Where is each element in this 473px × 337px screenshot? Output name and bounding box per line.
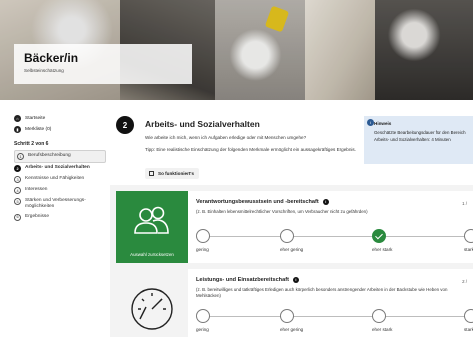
rating-label: gering bbox=[196, 247, 209, 252]
sidebar-item-label: Merkliste (0) bbox=[25, 127, 52, 132]
sidebar-item-label: Startseite bbox=[25, 116, 46, 121]
hint-text: Geschätzte Bearbeitungsdauer für den Ber… bbox=[374, 130, 466, 142]
rating-label: stark bbox=[464, 247, 473, 252]
question-counter: 2 / bbox=[462, 279, 467, 284]
sidebar-item-home[interactable]: ⌂ Startseite bbox=[14, 113, 106, 124]
question-illustration: Auswahl zurücksetzen bbox=[116, 191, 188, 263]
step-label: Berufsbeschreibung bbox=[28, 153, 71, 158]
step-number: 4 bbox=[14, 187, 21, 194]
radio-button[interactable] bbox=[464, 229, 473, 243]
page-title: Bäcker/in bbox=[24, 51, 79, 65]
radio-button[interactable] bbox=[196, 309, 210, 323]
hint-title: Hinweis bbox=[374, 121, 392, 126]
step-item-4[interactable]: 4 Interessen bbox=[14, 185, 106, 196]
title-card: Bäcker/in Selbsteinschätzung bbox=[14, 44, 192, 84]
section-title: Arbeits- und Sozialverhalten bbox=[145, 119, 260, 129]
sidebar: ⌂ Startseite ▮ Merkliste (0) Schritt 2 v… bbox=[14, 113, 106, 223]
rating-option-eher-stark[interactable]: eher stark bbox=[372, 309, 432, 332]
step-label: Interessen bbox=[25, 187, 48, 192]
question-title: Verantwortungsbewusstsein und -bereitsch… bbox=[196, 199, 329, 205]
radio-button[interactable] bbox=[464, 309, 473, 323]
sidebar-item-bookmarks[interactable]: ▮ Merkliste (0) bbox=[14, 124, 106, 135]
how-it-works-button[interactable]: So funktioniert's bbox=[145, 168, 199, 179]
rating-option-eher-gering[interactable]: eher gering bbox=[280, 309, 340, 332]
question-illustration bbox=[116, 269, 188, 337]
rating-option-stark[interactable]: stark bbox=[464, 229, 473, 252]
step-progress-label: Schritt 2 von 6 bbox=[14, 141, 49, 147]
radio-button[interactable] bbox=[372, 309, 386, 323]
reset-selection-link[interactable]: Auswahl zurücksetzen bbox=[116, 252, 188, 257]
radio-button[interactable] bbox=[196, 229, 210, 243]
step-item-2[interactable]: 2 Arbeits- und Sozialverhalten bbox=[14, 163, 106, 174]
rating-option-gering[interactable]: gering bbox=[196, 229, 256, 252]
step-label: Arbeits- und Sozialverhalten bbox=[25, 165, 90, 170]
page-subtitle: Selbsteinschätzung bbox=[24, 68, 64, 73]
step-item-1[interactable]: 1 Berufsbeschreibung bbox=[14, 150, 106, 163]
question-title-text: Verantwortungsbewusstsein und -bereitsch… bbox=[196, 199, 319, 205]
people-icon bbox=[134, 206, 169, 234]
section-intro: Wie arbeite ich mich, wenn ich Aufgaben … bbox=[145, 135, 307, 140]
step-item-3[interactable]: 3 Kenntnisse und Fähigkeiten bbox=[14, 174, 106, 185]
section-tip: Tipp: Eine realistische Einschätzung der… bbox=[145, 147, 356, 152]
question-card-2: Leistungs- und Einsatzbereitschaft i 2 /… bbox=[116, 269, 473, 337]
rating-label: gering bbox=[196, 327, 209, 332]
step-label: Ergebnisse bbox=[25, 213, 49, 219]
rating-label: eher gering bbox=[280, 247, 304, 252]
radio-button[interactable] bbox=[280, 309, 294, 323]
hint-box: i Hinweis Geschätzte Bearbeitungsdauer f… bbox=[364, 116, 473, 164]
question-counter: 1 / bbox=[462, 201, 467, 206]
how-it-works-label: So funktioniert's bbox=[158, 171, 195, 176]
rating-option-eher-gering[interactable]: eher gering bbox=[280, 229, 340, 252]
rating-option-stark[interactable]: stark bbox=[464, 309, 473, 332]
step-number: 1 bbox=[17, 153, 24, 160]
step-label: Kenntnisse und Fähigkeiten bbox=[25, 176, 85, 181]
info-icon[interactable]: i bbox=[292, 277, 299, 283]
step-number: 3 bbox=[14, 176, 21, 183]
question-example: (z. B. Einhalten lebensmittelrechtlicher… bbox=[196, 209, 368, 214]
rating-label: eher gering bbox=[280, 327, 304, 332]
question-example: (z. B. bereitwilliges und tatkräftiges E… bbox=[196, 287, 448, 299]
rating-label: eher stark bbox=[372, 327, 393, 332]
step-item-5[interactable]: 5 Stärken und Verbesserungs-möglichkeite… bbox=[14, 196, 106, 212]
rating-option-eher-stark[interactable]: eher stark bbox=[372, 229, 432, 252]
section-number-badge: 2 bbox=[116, 116, 134, 134]
step-label: Stärken und Verbesserungs-möglichkeiten bbox=[25, 198, 86, 209]
step-number: 6 bbox=[14, 213, 21, 221]
rating-scale: gering eher gering eher stark stark bbox=[196, 229, 473, 259]
step-item-6[interactable]: 6 Ergebnisse bbox=[14, 212, 106, 223]
question-title: Leistungs- und Einsatzbereitschaft i bbox=[196, 277, 299, 283]
book-icon bbox=[149, 171, 154, 176]
step-number: 5 bbox=[14, 198, 21, 205]
rating-scale: gering eher gering eher stark stark bbox=[196, 309, 473, 337]
radio-button-selected[interactable] bbox=[372, 229, 386, 243]
info-icon: i bbox=[367, 119, 374, 126]
rating-option-gering[interactable]: gering bbox=[196, 309, 256, 332]
home-icon: ⌂ bbox=[14, 115, 21, 122]
rating-label: eher stark bbox=[372, 247, 393, 252]
bookmark-icon: ▮ bbox=[14, 126, 21, 133]
speedometer-icon bbox=[131, 288, 173, 330]
info-icon[interactable]: i bbox=[322, 199, 329, 205]
radio-button[interactable] bbox=[280, 229, 294, 243]
question-card-1: Auswahl zurücksetzen Verantwortungsbewus… bbox=[116, 191, 473, 263]
rating-label: stark bbox=[464, 327, 473, 332]
question-title-text: Leistungs- und Einsatzbereitschaft bbox=[196, 277, 289, 283]
step-number: 2 bbox=[14, 165, 21, 172]
